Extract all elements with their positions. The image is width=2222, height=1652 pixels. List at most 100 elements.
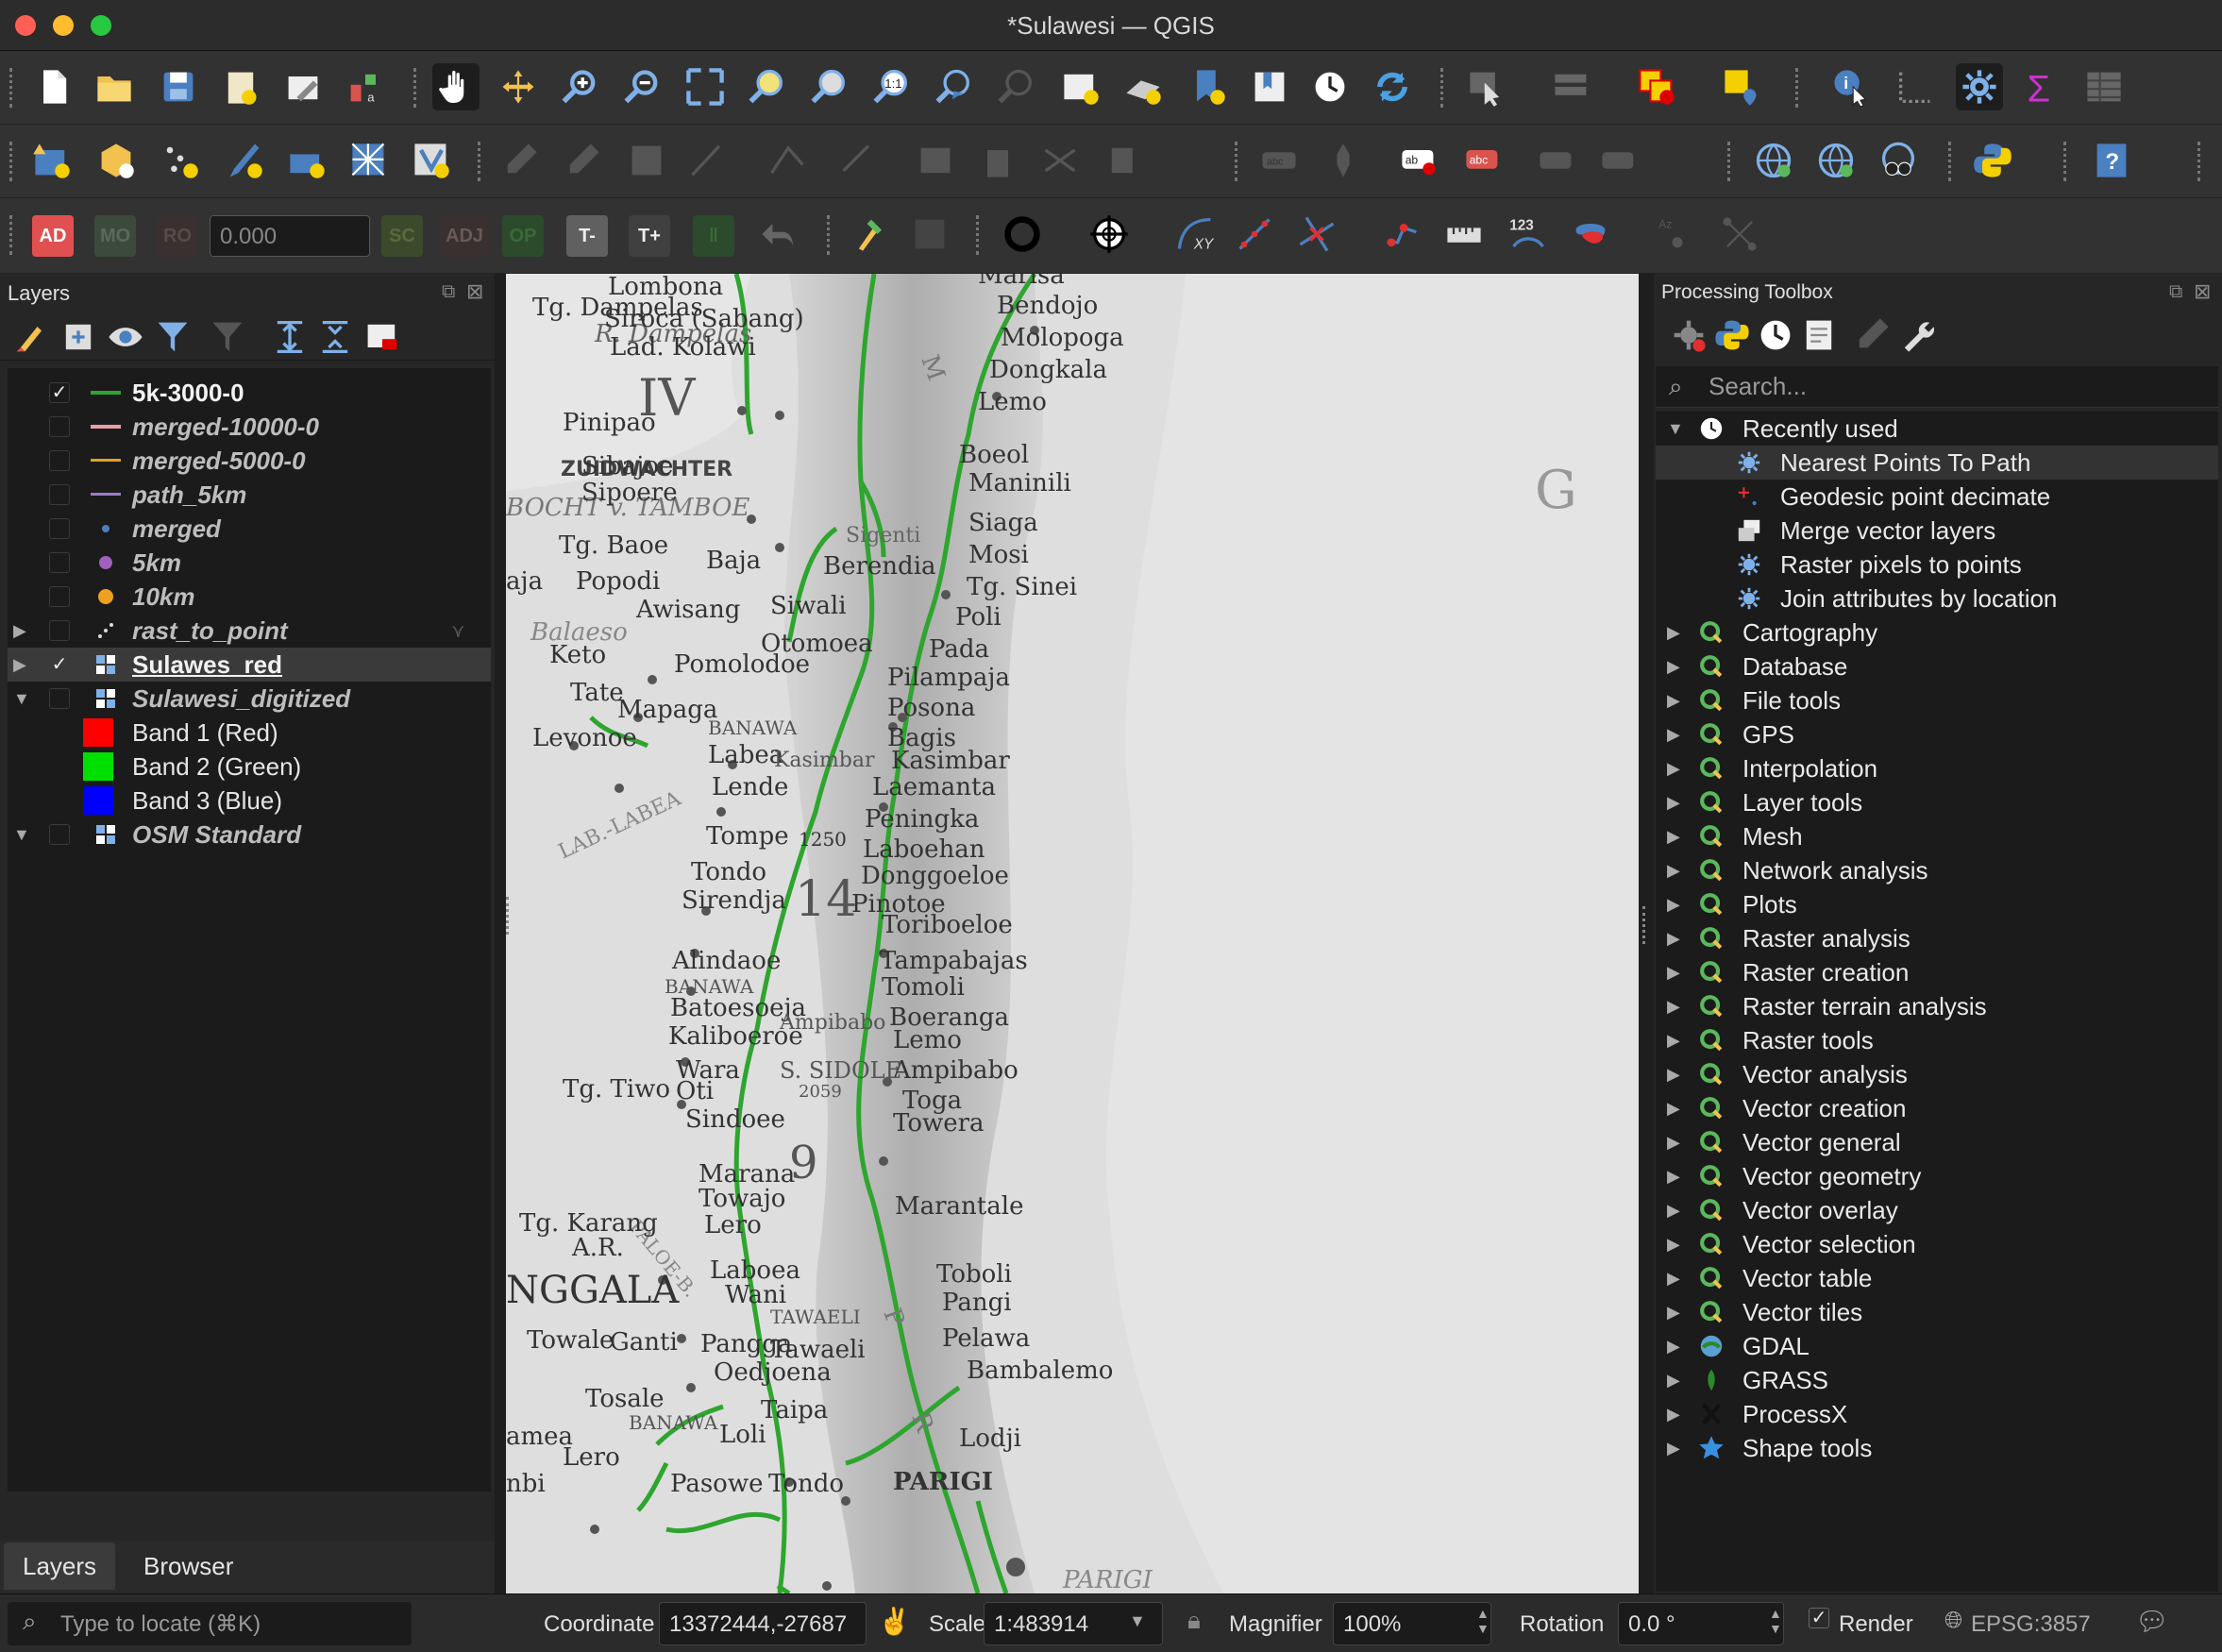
- map-svg[interactable]: Tg. Dampelas R. Dampelas Lombona Siroca …: [506, 274, 1639, 1593]
- group-item[interactable]: ▶ Vector table: [1656, 1261, 2218, 1295]
- group-item[interactable]: ▶ Database: [1656, 649, 2218, 683]
- georeferencer-icon[interactable]: [848, 211, 895, 258]
- open-project-icon[interactable]: [91, 63, 138, 110]
- toolbar-grip[interactable]: [1948, 142, 1954, 181]
- toolbar-grip[interactable]: [9, 142, 15, 181]
- zoom-to-layer-icon[interactable]: [806, 63, 853, 110]
- pause-button[interactable]: ‖: [693, 215, 734, 257]
- toolbar-grip[interactable]: [9, 215, 15, 255]
- save-layer-edits-icon[interactable]: [623, 137, 670, 184]
- expand-arrow-icon[interactable]: ▶: [1667, 861, 1680, 881]
- expand-arrow-icon[interactable]: ▶: [13, 655, 26, 675]
- op-button[interactable]: OP: [502, 215, 544, 257]
- collapse-arrow-icon[interactable]: ▼: [1667, 419, 1684, 439]
- layer-labeling-icon[interactable]: abc: [1255, 137, 1303, 184]
- crosshair-icon[interactable]: [1086, 211, 1133, 258]
- processing-toolbox-icon[interactable]: [1956, 63, 2003, 110]
- current-edits-icon[interactable]: [497, 137, 544, 184]
- group-item[interactable]: ▶ Network analysis: [1656, 853, 2218, 887]
- new-spatial-bookmark-icon[interactable]: [1184, 63, 1231, 110]
- curve-xy-icon[interactable]: XY: [1172, 211, 1220, 258]
- toolbar-grip[interactable]: [413, 68, 419, 108]
- layer-item[interactable]: merged-5000-0: [8, 444, 491, 478]
- group-item[interactable]: ▶ Vector analysis: [1656, 1057, 2218, 1091]
- layer-item[interactable]: ▼ Sulawesi_digitized: [8, 682, 491, 716]
- select-features-icon[interactable]: [1463, 63, 1510, 110]
- raster-calculator-icon[interactable]: [906, 211, 953, 258]
- measure-icon[interactable]: [1892, 63, 1939, 110]
- layer-visibility-checkbox[interactable]: [49, 552, 70, 573]
- undo-icon[interactable]: [755, 211, 802, 258]
- expand-arrow-icon[interactable]: ▶: [1667, 1065, 1680, 1085]
- layer-item[interactable]: merged-10000-0: [8, 410, 491, 444]
- chevron-down-icon[interactable]: ▼: [1129, 1611, 1146, 1631]
- new-3d-map-view-icon[interactable]: [1119, 63, 1167, 110]
- t-plus-button[interactable]: T+: [629, 215, 670, 257]
- group-item[interactable]: ▶ Layer tools: [1656, 785, 2218, 819]
- rotate-label-icon[interactable]: [1595, 137, 1642, 184]
- layer-visibility-checkbox[interactable]: [49, 484, 70, 505]
- group-item[interactable]: ▶ GRASS: [1656, 1363, 2218, 1397]
- group-item[interactable]: ▶ Vector geometry: [1656, 1159, 2218, 1193]
- expand-arrow-icon[interactable]: ▶: [1667, 929, 1680, 949]
- toggle-editing-icon[interactable]: [559, 137, 606, 184]
- group-item[interactable]: ▶ Raster creation: [1656, 955, 2218, 989]
- layer-visibility-checkbox[interactable]: [49, 620, 70, 641]
- show-hide-labels-icon[interactable]: abc: [1459, 137, 1507, 184]
- ruler-icon[interactable]: [1440, 211, 1488, 258]
- layout-manager-icon[interactable]: [279, 63, 327, 110]
- new-temporary-layer-icon[interactable]: [157, 137, 204, 184]
- vertex-tool-icon[interactable]: [765, 137, 812, 184]
- add-group-icon[interactable]: [55, 313, 102, 361]
- undock-icon[interactable]: ⧉: [442, 281, 455, 303]
- add-wms-layer-icon[interactable]: [1750, 137, 1797, 184]
- group-item[interactable]: ▶ Vector creation: [1656, 1091, 2218, 1125]
- layer-item[interactable]: ▶ rast_to_point ⋎: [8, 614, 491, 648]
- expand-arrow-icon[interactable]: ▶: [1667, 1201, 1680, 1221]
- group-item[interactable]: ▶ Vector selection: [1656, 1227, 2218, 1261]
- new-map-view-icon[interactable]: [1057, 63, 1104, 110]
- sort-labels-icon[interactable]: Az: [1654, 211, 1701, 258]
- intersection-icon[interactable]: [1293, 211, 1340, 258]
- toolbar-grip[interactable]: [1795, 68, 1801, 108]
- filter-legend-icon[interactable]: [149, 313, 196, 361]
- layer-item[interactable]: ▼ OSM Standard: [8, 818, 491, 851]
- expand-arrow-icon[interactable]: ▶: [1667, 657, 1680, 677]
- expand-arrow-icon[interactable]: ▶: [1667, 997, 1680, 1017]
- new-project-icon[interactable]: [30, 63, 77, 110]
- select-by-location-icon[interactable]: [1718, 63, 1765, 110]
- select-by-value-icon[interactable]: [1548, 63, 1595, 110]
- layer-item[interactable]: ✓ 5k-3000-0: [8, 376, 491, 410]
- algorithm-item[interactable]: Nearest Points To Path: [1656, 446, 2218, 480]
- save-project-icon[interactable]: [155, 63, 202, 110]
- zoom-to-selection-icon[interactable]: [744, 63, 791, 110]
- style-manager-icon[interactable]: a: [342, 63, 389, 110]
- refresh-icon[interactable]: [1369, 63, 1416, 110]
- group-item[interactable]: ▶ Cartography: [1656, 615, 2218, 649]
- toolbar-grip[interactable]: [1727, 142, 1733, 181]
- tab-layers[interactable]: Layers: [4, 1542, 116, 1590]
- expand-arrow-icon[interactable]: ▶: [1667, 1371, 1680, 1391]
- snapping-icon[interactable]: [1378, 211, 1425, 258]
- crs-globe-icon[interactable]: 🌐︎: [1944, 1608, 1962, 1634]
- close-panel-icon[interactable]: ⊠: [2194, 279, 2211, 304]
- algorithm-item[interactable]: Raster pixels to points: [1656, 548, 2218, 582]
- group-item[interactable]: ▶ Shape tools: [1656, 1431, 2218, 1465]
- cut-features-icon[interactable]: [1036, 137, 1084, 184]
- new-annotation-layer-icon[interactable]: [221, 137, 268, 184]
- toolbar-grip[interactable]: [1440, 68, 1446, 108]
- group-item[interactable]: ▶ File tools: [1656, 683, 2218, 717]
- messages-icon[interactable]: 💬︎: [2135, 1606, 2169, 1637]
- expand-arrow-icon[interactable]: ▶: [1667, 1167, 1680, 1187]
- zoom-full-icon[interactable]: [682, 63, 729, 110]
- history-icon[interactable]: [1752, 312, 1799, 359]
- toolbar-grip[interactable]: [976, 215, 982, 255]
- toolbar-grip[interactable]: [9, 68, 15, 108]
- zoom-native-resolution-icon[interactable]: 1:1: [868, 63, 916, 110]
- layer-visibility-checkbox[interactable]: [49, 450, 70, 471]
- crs-label[interactable]: EPSG:3857: [1971, 1611, 2091, 1638]
- ro-button[interactable]: RO: [157, 215, 198, 257]
- group-item[interactable]: ▶ Vector general: [1656, 1125, 2218, 1159]
- expand-arrow-icon[interactable]: ▶: [1667, 895, 1680, 915]
- ad-button[interactable]: AD: [32, 215, 74, 257]
